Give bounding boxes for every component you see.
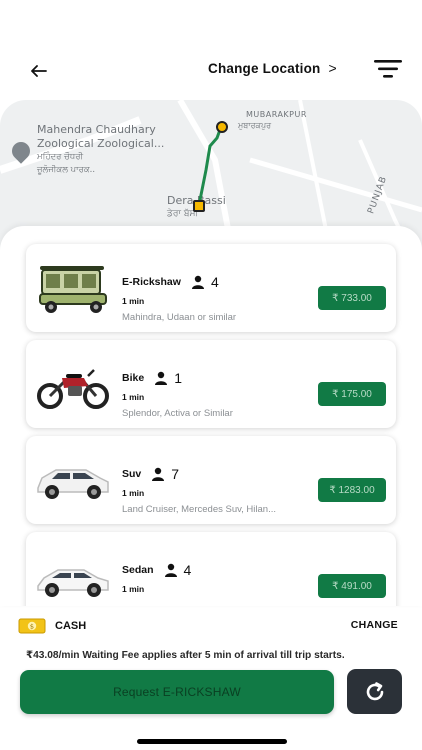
vehicle-capacity: 1 — [174, 370, 182, 386]
vehicle-card-e-rickshaw[interactable]: E-Rickshaw 4 1 min Mahindra, Udaan or si… — [26, 244, 396, 332]
person-icon — [155, 371, 168, 385]
suv-image — [37, 469, 109, 499]
vehicle-eta: 1 min — [122, 488, 145, 498]
refresh-button[interactable] — [347, 669, 402, 714]
vehicle-models: Land Cruiser, Mercedes Suv, Hilan... — [122, 504, 277, 515]
cash-icon: $ — [18, 618, 46, 634]
vehicle-name-row: Bike 1 — [122, 370, 182, 386]
vehicle-models: Mahindra, Udaan or similar — [122, 312, 237, 323]
e-rickshaw-image — [39, 266, 107, 313]
request-ride-button[interactable]: Request E-RICKSHAW — [20, 670, 334, 714]
vehicle-list-sheet[interactable]: E-Rickshaw 4 1 min Mahindra, Udaan or si… — [0, 226, 422, 606]
payment-method-label: CASH — [55, 620, 87, 632]
vehicle-price[interactable]: ₹ 175.00 — [318, 382, 386, 406]
person-icon — [152, 467, 165, 481]
home-indicator — [137, 739, 287, 744]
vehicle-capacity: 7 — [171, 466, 180, 482]
payment-row: $ CASH CHANGE — [0, 614, 422, 638]
svg-text:$: $ — [30, 623, 34, 631]
vehicle-card-suv[interactable]: Suv 7 1 min Land Cruiser, Mercedes Suv, … — [26, 436, 396, 524]
vehicle-name: Bike — [122, 372, 145, 384]
filter-icon — [374, 60, 402, 78]
vehicle-eta: 1 min — [122, 584, 145, 594]
vehicle-capacity: 4 — [183, 562, 192, 578]
sedan-image — [37, 569, 109, 597]
dropoff-marker-icon — [193, 200, 205, 212]
vehicle-models: Splendor, Activa or Similar — [122, 408, 233, 419]
app-header: Change Location > — [0, 0, 422, 100]
vehicle-name-row: Suv 7 — [122, 466, 179, 482]
vehicle-eta: 1 min — [122, 392, 145, 402]
person-icon — [164, 563, 177, 577]
arrow-left-icon — [31, 65, 47, 77]
filter-button[interactable] — [372, 58, 404, 80]
vehicle-price[interactable]: ₹ 733.00 — [318, 286, 386, 310]
vehicle-price[interactable]: ₹ 491.00 — [318, 574, 386, 598]
vehicle-card-bike[interactable]: Bike 1 1 min Splendor, Activa or Similar… — [26, 340, 396, 428]
back-button[interactable] — [26, 58, 52, 84]
vehicle-name-row: Sedan 4 — [122, 562, 191, 578]
vehicle-eta: 1 min — [122, 296, 145, 306]
change-location-button[interactable]: Change Location > — [208, 60, 337, 76]
vehicle-name: E-Rickshaw — [122, 276, 181, 288]
vehicle-price[interactable]: ₹ 1283.00 — [318, 478, 386, 502]
waiting-fee-note: ₹43.08/min Waiting Fee applies after 5 m… — [26, 650, 345, 661]
vehicle-card-sedan[interactable]: Sedan 4 1 min ₹ 491.00 — [26, 532, 396, 606]
bike-image — [37, 369, 109, 409]
change-location-label: Change Location — [208, 60, 321, 76]
vehicle-name: Suv — [122, 468, 142, 480]
person-icon — [191, 275, 204, 289]
vehicle-capacity: 4 — [210, 274, 219, 290]
vehicle-name: Sedan — [122, 564, 154, 576]
change-payment-button[interactable]: CHANGE — [351, 619, 398, 631]
pickup-marker-icon — [216, 121, 228, 133]
chevron-right-icon: > — [328, 60, 337, 76]
vehicle-name-row: E-Rickshaw 4 — [122, 274, 219, 290]
refresh-icon — [366, 681, 383, 700]
